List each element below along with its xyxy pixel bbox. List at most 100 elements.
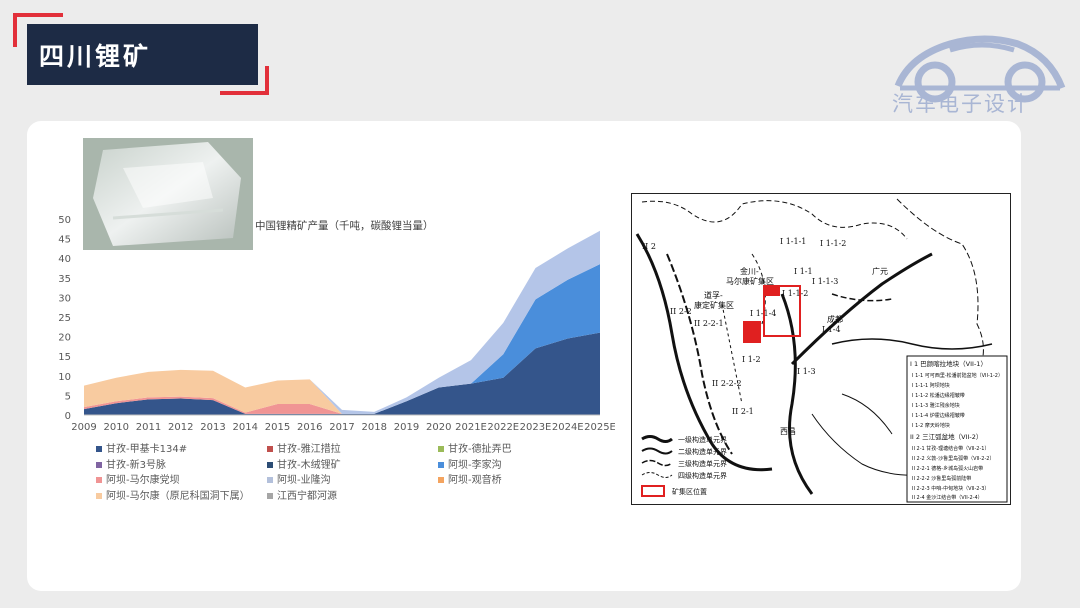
x-tick-label: 2011 [136, 422, 161, 433]
map-label-i13: I 1-3 [797, 367, 816, 376]
legend-row-1: 甘孜-甲基卡134# 甘孜-雅江措拉 甘孜-德扯弄巴 [96, 440, 609, 455]
x-tick-label: 2015 [265, 422, 290, 433]
x-tick-label: 2016 [297, 422, 322, 433]
map-key-item-10: II 2-2-2 沙鲁里岛弧前陆带 [912, 475, 971, 482]
map-label-ii2: II 2 [642, 242, 656, 251]
legend-row-3: 阿坝-马尔康党坝 阿坝-业隆沟 阿坝-观音桥 [96, 471, 609, 486]
legend-label: 阿坝-李家沟 [448, 460, 502, 471]
spodumene-photo [83, 138, 253, 250]
map-label-daofu: 道孚- [704, 290, 723, 300]
map-key-item-2: I 1-1-1 阿坝地块 [912, 382, 950, 389]
map-legend-line-1: 一级构造单元界 [678, 435, 727, 444]
x-tick-label: 2018 [362, 422, 387, 433]
legend-swatch [438, 446, 444, 452]
map-label-ii22: II 2-2 [670, 307, 692, 316]
x-tick-label: 2024E [552, 422, 584, 433]
corner-accent-top-side [13, 13, 17, 47]
x-tick-label: 2025E [584, 422, 615, 433]
x-tick-label: 2014 [233, 422, 258, 433]
corner-accent-bottom [220, 91, 269, 95]
map-key-item-5: I 1-1-4 炉霍边缘褶皱带 [912, 412, 965, 419]
chart-title: 中国锂精矿产量（千吨，碳酸锂当量） [255, 219, 434, 232]
map-key-title-2: II 2 三江弧盆地（VII-2） [910, 432, 982, 441]
legend-item: 甘孜-木绒锂矿 [267, 456, 438, 471]
map-label-i11: I 1-1 [794, 267, 813, 276]
legend-label: 甘孜-新3号脉 [106, 460, 166, 471]
legend-swatch [438, 477, 444, 483]
map-label-i14: I 1-4 [822, 325, 841, 334]
legend-row-4: 阿坝-马尔康（原尼科国洞下属） 江西宁都河源 [96, 487, 438, 502]
map-label-ii21: II 2-1 [732, 407, 754, 416]
x-tick-label: 2020 [426, 422, 451, 433]
legend-item: 阿坝-业隆沟 [267, 471, 438, 486]
legend-swatch [438, 462, 444, 468]
y-tick-label: 45 [58, 235, 71, 246]
map-key-item-6: I 1-2 摩天岭地块 [912, 422, 950, 429]
legend-label: 阿坝-观音桥 [448, 475, 502, 486]
map-label-i112: I 1-1-2 [782, 289, 808, 298]
slide-title-box: 四川锂矿 [27, 24, 258, 85]
x-tick-label: 2023E [520, 422, 552, 433]
y-tick-label: 35 [58, 274, 71, 285]
legend-label: 甘孜-木绒锂矿 [277, 460, 341, 471]
map-key-item-3: I 1-1-2 松潘边缘褶皱带 [912, 392, 965, 399]
legend-swatch [96, 462, 102, 468]
map-legend-box: 矿集区位置 [672, 487, 707, 496]
map-key-item-11: II 2-2-3 中咱-中甸地块（VII-2-3） [912, 485, 989, 492]
map-label-top-2: I 1-1-2 [820, 239, 846, 248]
x-tick-label: 2013 [200, 422, 225, 433]
legend-label: 阿坝-马尔康党坝 [106, 475, 180, 486]
legend-label: 甘孜-雅江措拉 [277, 444, 341, 455]
map-legend-line-2: 二级构造单元界 [678, 447, 727, 456]
legend-swatch [267, 493, 273, 499]
y-tick-label: 20 [58, 333, 71, 344]
legend-swatch [96, 493, 102, 499]
x-tick-label: 2017 [329, 422, 354, 433]
legend-row-2: 甘孜-新3号脉 甘孜-木绒锂矿 阿坝-李家沟 [96, 456, 609, 471]
x-tick-label: 2010 [104, 422, 129, 433]
map-key-item-12: II 2-4 金沙江结合带（VII-2-4） [912, 494, 983, 501]
x-tick-label: 2009 [71, 422, 96, 433]
map-label-i12: I 1-2 [742, 355, 761, 364]
legend-item: 阿坝-马尔康党坝 [96, 471, 267, 486]
y-tick-label: 5 [65, 391, 71, 402]
map-label-ii221: II 2-2-1 [694, 319, 724, 328]
map-key-item-1: I 1-1 可可西里-松潘前陆盆地（VII-1-2） [912, 372, 1003, 379]
map-key-title-1: I 1 巴颜喀拉地块（VII-1） [910, 359, 987, 368]
y-tick-label: 50 [58, 215, 71, 226]
legend-label: 甘孜-德扯弄巴 [448, 444, 512, 455]
map-label-ii222: II 2-2-2 [712, 379, 742, 388]
legend-item: 阿坝-马尔康（原尼科国洞下属） [96, 487, 267, 502]
slide-title: 四川锂矿 [39, 41, 152, 71]
map-label-guangyuan: 广元 [872, 266, 888, 276]
legend-label: 江西宁都河源 [277, 491, 337, 502]
legend-item: 阿坝-观音桥 [438, 471, 609, 486]
logo-text: 汽车电子设计 [892, 92, 1030, 116]
map-label-top-1: I 1-1-1 [780, 237, 806, 246]
legend-item: 阿坝-李家沟 [438, 456, 609, 471]
map-legend-line-4: 四级构造单元界 [678, 471, 727, 480]
legend-swatch [96, 477, 102, 483]
legend-item: 甘孜-德扯弄巴 [438, 440, 609, 455]
y-tick-label: 30 [58, 293, 71, 304]
map-label-i114: I 1-1-4 [750, 309, 776, 318]
corner-accent-bottom-side [265, 66, 269, 95]
y-tick-label: 0 [65, 411, 71, 422]
x-tick-label: 2021E [455, 422, 487, 433]
legend-item: 甘孜-雅江措拉 [267, 440, 438, 455]
x-tick-label: 2019 [394, 422, 419, 433]
sichuan-geology-map: I 1-1-1 I 1-1-2 I 1-1 I 1-1-2 I 1-1-3 I … [631, 193, 1011, 505]
y-tick-label: 40 [58, 254, 71, 265]
legend-swatch [267, 462, 273, 468]
y-tick-label: 10 [58, 372, 71, 383]
map-label-i113: I 1-1-3 [812, 277, 838, 286]
legend-label: 甘孜-甲基卡134# [106, 444, 188, 455]
x-tick-label: 2022E [487, 422, 519, 433]
y-tick-label: 25 [58, 313, 71, 324]
map-legend-line-3: 三级构造单元界 [678, 459, 727, 468]
map-key-item-4: I 1-1-3 雅江残余地块 [912, 402, 960, 409]
map-label-xichang: 西昌 [780, 427, 796, 436]
map-label-jinchuan: 金川- [740, 266, 759, 276]
legend-item: 江西宁都河源 [267, 487, 438, 502]
map-key-item-8: II 2-2 义敦-沙鲁里岛弧带（VII-2-2） [912, 455, 994, 462]
